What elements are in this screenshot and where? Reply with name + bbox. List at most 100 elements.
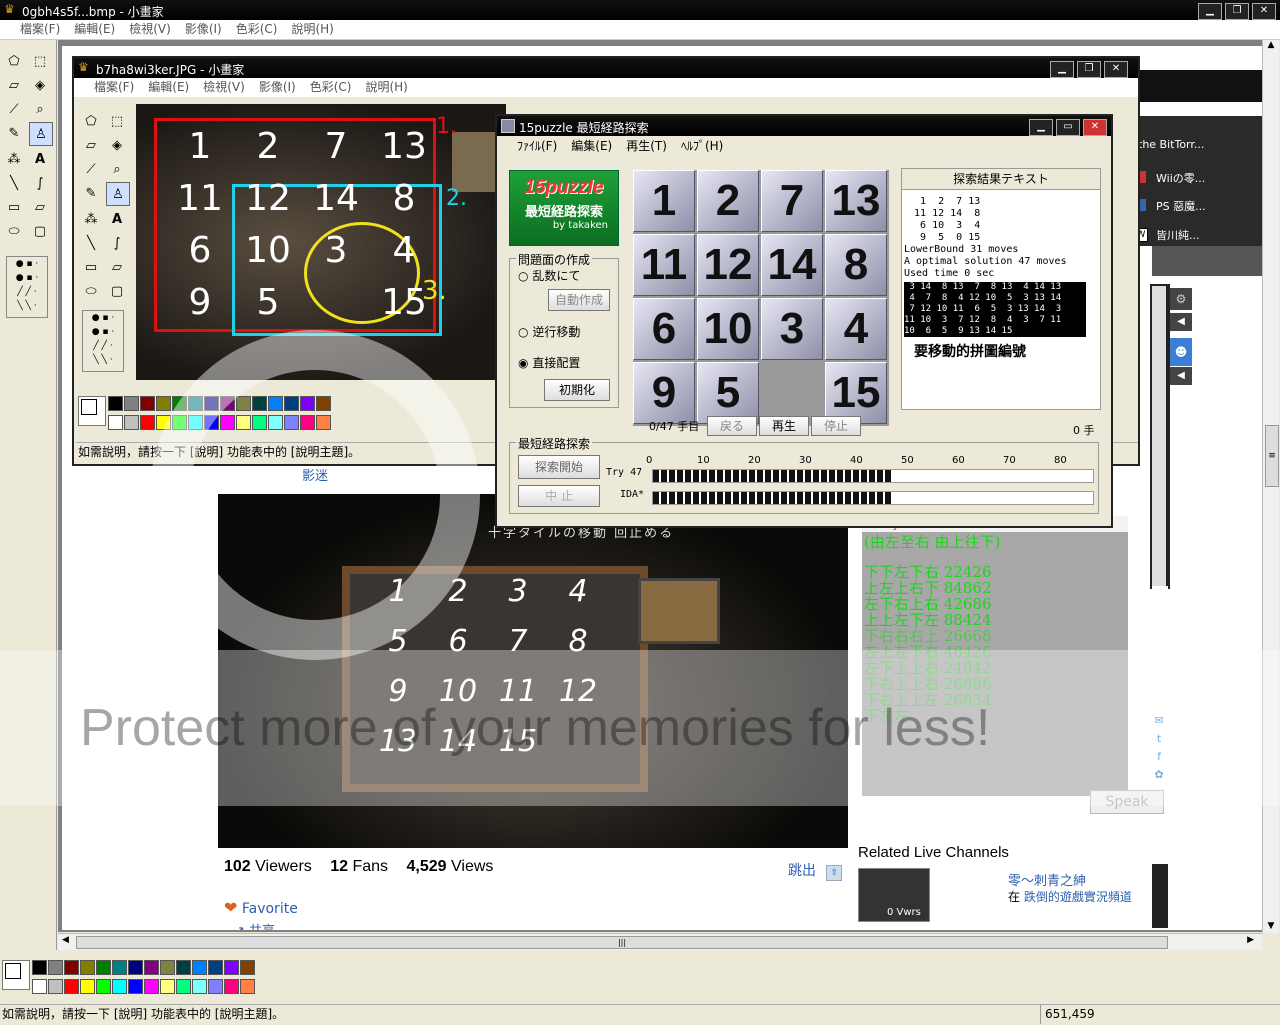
- puzzle-tile[interactable]: 11: [633, 234, 695, 296]
- airbrush-icon[interactable]: ⁂: [3, 148, 25, 170]
- eraser-icon[interactable]: ▱: [3, 74, 25, 96]
- color-swatch[interactable]: [160, 960, 175, 975]
- color-swatch[interactable]: [80, 979, 95, 994]
- empty-slot[interactable]: [761, 362, 823, 424]
- color-swatch[interactable]: [176, 979, 191, 994]
- close-button[interactable]: ✕: [1252, 3, 1276, 20]
- rounded-rect-icon[interactable]: ▢: [29, 220, 51, 242]
- magnifier-icon[interactable]: ⌕: [29, 98, 51, 120]
- gear-icon[interactable]: ⚙: [1170, 288, 1192, 310]
- sidebar-link-1[interactable]: the BitTorr...: [1138, 138, 1204, 151]
- puzzle-tile[interactable]: 13: [825, 170, 887, 232]
- inner-menu-file[interactable]: 檔案(F): [94, 80, 134, 94]
- color-swatch[interactable]: [144, 960, 159, 975]
- puzzle-menu-edit[interactable]: 編集(E): [571, 139, 612, 153]
- sidebar-link-4[interactable]: 皆川純...: [1156, 227, 1200, 243]
- puzzle-tile[interactable]: 5: [697, 362, 759, 424]
- share-link[interactable]: ↗ 共享: [234, 920, 275, 930]
- search-stop-button[interactable]: 中 止: [518, 485, 600, 507]
- related-channel[interactable]: 跌倒的遊戲實況頻道: [1024, 890, 1132, 904]
- brush-icon[interactable]: ♙: [29, 122, 53, 146]
- inner-minimize-button[interactable]: ▁: [1050, 61, 1074, 78]
- color-swatch[interactable]: [144, 979, 159, 994]
- color-swatch[interactable]: [96, 960, 111, 975]
- inner-menu-image[interactable]: 影像(I): [259, 80, 296, 94]
- color-swatch[interactable]: [156, 396, 171, 411]
- outer-menu-color[interactable]: 色彩(C): [236, 22, 278, 36]
- rectangle-icon[interactable]: ▭: [3, 196, 25, 218]
- favorite-link[interactable]: ❤ Favorite: [224, 898, 298, 917]
- search-start-button[interactable]: 探索開始: [518, 455, 600, 479]
- color-swatch[interactable]: [208, 960, 223, 975]
- puzzle-tile[interactable]: 12: [697, 234, 759, 296]
- color-swatch[interactable]: [32, 979, 47, 994]
- outer-menu-help[interactable]: 說明(H): [291, 22, 333, 36]
- color-swatch[interactable]: [48, 979, 63, 994]
- color-swatch[interactable]: [80, 960, 95, 975]
- puzzle-menu-play[interactable]: 再生(T): [626, 139, 667, 153]
- inner-ellipse-icon[interactable]: ⬭: [80, 280, 102, 302]
- auto-create-button[interactable]: 自動作成: [548, 289, 610, 311]
- color-swatch[interactable]: [108, 415, 123, 430]
- color-swatch[interactable]: [128, 979, 143, 994]
- polygon-icon[interactable]: ▱: [29, 196, 51, 218]
- inner-magnifier-icon[interactable]: ⌕: [106, 158, 128, 180]
- color-swatch[interactable]: [140, 415, 155, 430]
- color-swatch[interactable]: [32, 960, 47, 975]
- color-swatch[interactable]: [208, 979, 223, 994]
- inner-menu-edit[interactable]: 編輯(E): [148, 80, 189, 94]
- outer-menu-edit[interactable]: 編輯(E): [74, 22, 115, 36]
- stop-button[interactable]: 停止: [811, 416, 861, 436]
- color-swatch[interactable]: [48, 960, 63, 975]
- inner-menu-help[interactable]: 說明(H): [365, 80, 407, 94]
- puzzle-tile[interactable]: 6: [633, 298, 695, 360]
- color-swatch[interactable]: [192, 979, 207, 994]
- inner-free-select-icon[interactable]: ⬠: [80, 110, 102, 132]
- color-swatch[interactable]: [128, 960, 143, 975]
- color-swatch[interactable]: [96, 979, 111, 994]
- select-icon[interactable]: ⬚: [29, 50, 51, 72]
- picker-icon[interactable]: ⟋: [3, 98, 25, 120]
- radio-reverse[interactable]: ○ 逆行移動: [518, 323, 580, 340]
- play-button[interactable]: 再生: [759, 416, 809, 436]
- minimize-button[interactable]: ▁: [1198, 3, 1222, 20]
- inner-rounded-rect-icon[interactable]: ▢: [106, 280, 128, 302]
- color-swatch[interactable]: [64, 960, 79, 975]
- inner-eraser-icon[interactable]: ▱: [80, 134, 102, 156]
- inner-titlebar[interactable]: ♛ b7ha8wi3ker.JPG - 小畫家 ▁ ❐ ✕: [74, 58, 1138, 78]
- puzzle-menu-help[interactable]: ﾍﾙﾌﾟ(H): [681, 139, 723, 153]
- collapse-icon-2[interactable]: ◀: [1170, 367, 1192, 385]
- sidebar-link-3[interactable]: PS 惡魔...: [1156, 198, 1206, 214]
- inner-fill-icon[interactable]: ◈: [106, 134, 128, 156]
- outer-menu-image[interactable]: 影像(I): [185, 22, 222, 36]
- inner-brush-icon[interactable]: ♙: [106, 182, 130, 206]
- outer-menu-file[interactable]: 檔案(F): [20, 22, 60, 36]
- puzzle-tile[interactable]: 14: [761, 234, 823, 296]
- ellipse-icon[interactable]: ⬭: [3, 220, 25, 242]
- inner-close-button[interactable]: ✕: [1104, 61, 1128, 78]
- color-swatch[interactable]: [224, 979, 239, 994]
- pencil-icon[interactable]: ✎: [3, 122, 25, 144]
- color-swatch[interactable]: [108, 396, 123, 411]
- color-swatch[interactable]: [240, 979, 255, 994]
- inner-line-icon[interactable]: ╲: [80, 232, 102, 254]
- color-swatch[interactable]: [112, 960, 127, 975]
- puzzle-tile[interactable]: 4: [825, 298, 887, 360]
- related-name[interactable]: 零～刺青之紳: [1008, 870, 1086, 889]
- outer-titlebar[interactable]: ♛ 0gbh4s5f...bmp - 小畫家 ▁ ❐ ✕: [0, 0, 1280, 20]
- popout-link[interactable]: 跳出 ⇧: [788, 860, 843, 881]
- color-swatch[interactable]: [240, 960, 255, 975]
- puzzle-maximize-button[interactable]: ▭: [1056, 119, 1080, 136]
- inner-airbrush-icon[interactable]: ⁂: [80, 208, 102, 230]
- back-button[interactable]: 戻る: [707, 416, 757, 436]
- line-icon[interactable]: ╲: [3, 172, 25, 194]
- puzzle-tile[interactable]: 7: [761, 170, 823, 232]
- inner-menu-view[interactable]: 檢視(V): [203, 80, 245, 94]
- color-swatch[interactable]: [160, 979, 175, 994]
- inner-polygon-icon[interactable]: ▱: [106, 256, 128, 278]
- color-swatch[interactable]: [192, 960, 207, 975]
- puzzle-tile[interactable]: 10: [697, 298, 759, 360]
- inner-select-icon[interactable]: ⬚: [106, 110, 128, 132]
- outer-palette[interactable]: [0, 958, 1280, 1002]
- radio-random[interactable]: ○ 乱数にて: [518, 267, 580, 284]
